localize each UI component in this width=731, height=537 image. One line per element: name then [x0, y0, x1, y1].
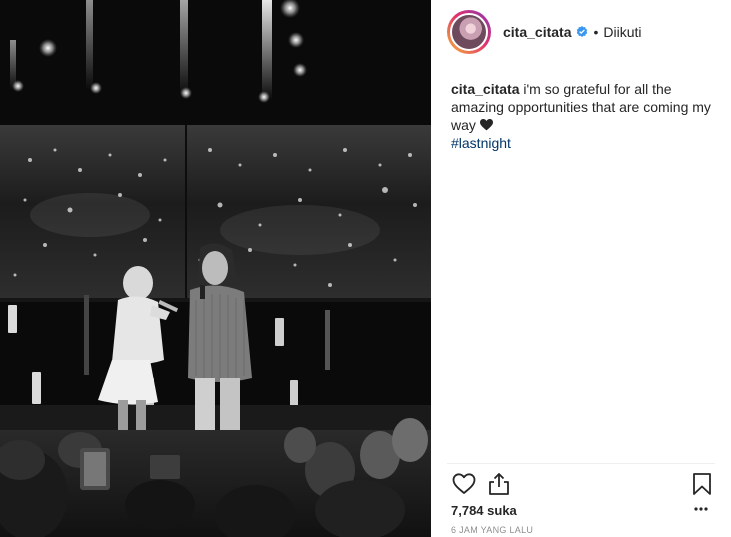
actions-divider	[447, 463, 715, 464]
concert-photo	[0, 0, 431, 537]
heart-icon[interactable]	[451, 471, 477, 497]
post-caption: cita_citata i'm so grateful for all the …	[451, 80, 721, 152]
post-photo[interactable]	[0, 0, 431, 537]
bookmark-icon[interactable]	[689, 471, 715, 497]
crowd	[0, 418, 431, 537]
separator-dot: •	[593, 24, 599, 40]
header-user-info: cita_citata • Diikuti	[503, 24, 642, 40]
username-link[interactable]: cita_citata	[503, 24, 571, 40]
likes-count[interactable]: 7,784 suka	[451, 503, 517, 518]
avatar-story-ring[interactable]	[447, 10, 491, 54]
post-header: cita_citata • Diikuti	[431, 0, 731, 64]
follow-status-button[interactable]: Diikuti	[603, 24, 641, 40]
post-details-panel: cita_citata • Diikuti cita_citata i'm so…	[431, 0, 731, 537]
share-icon[interactable]	[486, 471, 512, 497]
hashtag-link[interactable]: #lastnight	[451, 135, 511, 151]
black-heart-icon	[479, 119, 493, 131]
verified-badge-icon	[577, 26, 588, 37]
caption-username-link[interactable]: cita_citata	[451, 81, 519, 97]
post-timestamp[interactable]: 6 JAM YANG LALU	[451, 525, 533, 535]
more-options-icon[interactable]	[693, 505, 709, 513]
avatar[interactable]	[450, 13, 488, 51]
